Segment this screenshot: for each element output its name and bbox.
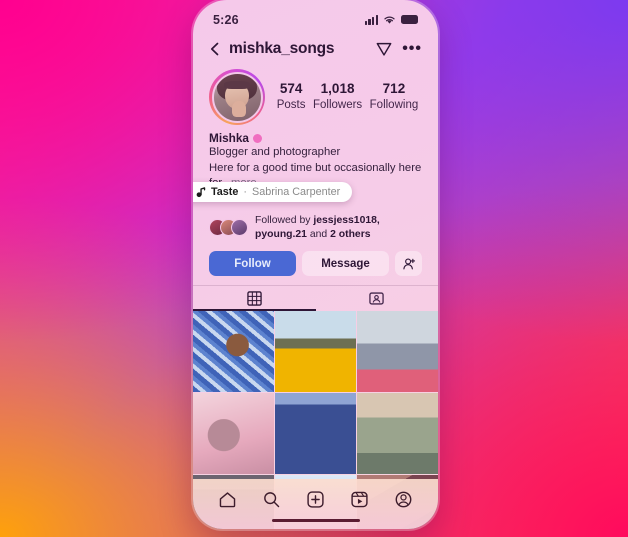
avatar[interactable] bbox=[211, 71, 263, 123]
home-icon[interactable] bbox=[218, 490, 237, 509]
profile-icon[interactable] bbox=[394, 490, 413, 509]
stat-label: Following bbox=[369, 98, 419, 111]
followed-by-text: Followed by jessjess1018, pyoung.21 and … bbox=[255, 214, 422, 242]
status-time: 5:26 bbox=[213, 12, 239, 27]
grid-icon bbox=[247, 291, 262, 306]
stat-value: 712 bbox=[382, 81, 406, 97]
followed-by-others: 2 others bbox=[330, 228, 371, 240]
mutual-avatars bbox=[209, 219, 248, 237]
post-yellow-jacket[interactable] bbox=[275, 311, 356, 392]
battery-icon bbox=[401, 15, 418, 24]
more-options-icon[interactable]: ••• bbox=[402, 41, 422, 57]
stat-label: Followers bbox=[312, 98, 363, 111]
profile-stats: 574 Posts 1,018 Followers 712 Following bbox=[265, 81, 422, 113]
music-sticker[interactable]: Taste · Sabrina Carpenter bbox=[193, 182, 353, 202]
post-friends-group[interactable] bbox=[357, 393, 438, 474]
avatar-story-ring[interactable] bbox=[209, 69, 265, 125]
tagged-photos-icon bbox=[369, 292, 384, 305]
music-separator: · bbox=[243, 186, 248, 198]
stat-followers[interactable]: 1,018 Followers bbox=[313, 81, 362, 113]
reels-icon[interactable] bbox=[350, 490, 369, 509]
stat-label: Posts bbox=[276, 98, 306, 111]
status-icons bbox=[364, 15, 418, 25]
music-title: Taste bbox=[211, 186, 239, 198]
profile-tabs bbox=[193, 285, 439, 312]
profile-actions: Follow Message bbox=[193, 242, 438, 277]
create-post-icon[interactable] bbox=[306, 490, 325, 509]
tagged-tab[interactable] bbox=[316, 286, 439, 311]
status-bar: 5:26 bbox=[193, 0, 438, 33]
add-person-button[interactable] bbox=[395, 251, 422, 277]
follow-button[interactable]: Follow bbox=[209, 251, 296, 277]
profile-header: mishka_songs ••• bbox=[193, 33, 438, 63]
stat-following[interactable]: 712 Following bbox=[370, 81, 419, 113]
profile-summary: 574 Posts 1,018 Followers 712 Following bbox=[193, 63, 438, 125]
stat-posts[interactable]: 574 Posts bbox=[277, 81, 306, 113]
search-icon[interactable] bbox=[262, 490, 281, 509]
post-mosaic-plate[interactable] bbox=[193, 311, 274, 392]
display-name-row: Mishka bbox=[209, 131, 422, 145]
avatar bbox=[231, 219, 248, 237]
cellular-signal-icon bbox=[364, 15, 378, 25]
background-gradient: 5:26 mishka_songs ••• 574 Posts 1,018 Fo… bbox=[0, 0, 628, 537]
verified-badge-icon bbox=[253, 133, 262, 143]
followed-by-prefix: Followed by bbox=[255, 214, 314, 226]
post-road-perspective[interactable] bbox=[275, 393, 356, 474]
add-person-icon bbox=[402, 258, 415, 269]
home-indicator bbox=[271, 518, 360, 522]
post-selfie-pink[interactable] bbox=[193, 393, 274, 474]
page-title: mishka_songs bbox=[229, 40, 335, 57]
message-button[interactable]: Message bbox=[302, 251, 389, 277]
stat-value: 574 bbox=[279, 81, 303, 97]
bio-line-1: Blogger and photographer bbox=[209, 146, 341, 158]
phone-mockup: 5:26 mishka_songs ••• 574 Posts 1,018 Fo… bbox=[193, 0, 438, 529]
followed-by-suffix: and bbox=[306, 228, 331, 240]
grid-tab[interactable] bbox=[193, 286, 316, 312]
chevron-left-icon[interactable] bbox=[207, 41, 223, 57]
paper-plane-icon[interactable] bbox=[375, 40, 393, 58]
music-artist: Sabrina Carpenter bbox=[252, 186, 341, 198]
wifi-icon bbox=[384, 16, 395, 24]
bottom-navigation bbox=[193, 479, 438, 529]
music-note-icon bbox=[196, 186, 206, 197]
post-park-structure[interactable] bbox=[357, 311, 438, 392]
display-name: Mishka bbox=[209, 131, 249, 145]
stat-value: 1,018 bbox=[320, 81, 355, 97]
